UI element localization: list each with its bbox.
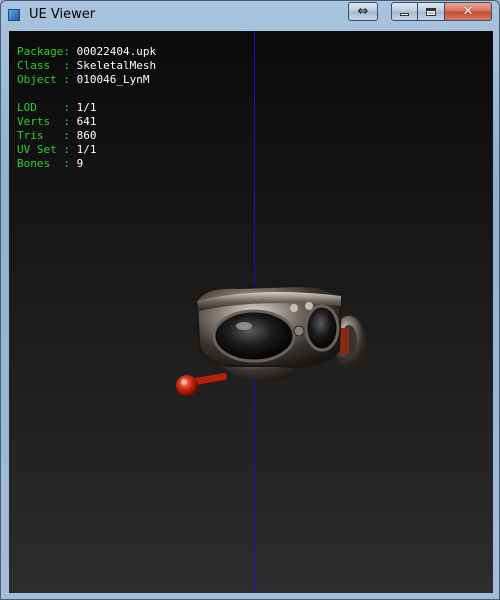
double-arrow-icon: ⇔ xyxy=(357,4,369,19)
info-label: LOD : xyxy=(17,101,70,114)
3d-viewport[interactable]: Package: 00022404.upk Class : SkeletalMe… xyxy=(9,31,493,593)
info-row-bones: Bones : 9 xyxy=(17,157,156,171)
maximize-button[interactable] xyxy=(418,2,445,21)
window-title: UE Viewer xyxy=(29,7,96,22)
info-label: Verts : xyxy=(17,115,70,128)
info-row-class: Class : SkeletalMesh xyxy=(17,59,156,73)
info-row-package: Package: 00022404.upk xyxy=(17,45,156,59)
info-label: Tris : xyxy=(17,129,70,142)
maximize-icon xyxy=(426,7,436,16)
info-value: 00022404.upk xyxy=(76,45,157,58)
info-value: 860 xyxy=(76,129,97,142)
info-label: Package: xyxy=(17,45,70,58)
mesh-lens-left xyxy=(212,309,296,363)
app-window: UE Viewer ⇔ ✕ Package: 00022404.upk Clas… xyxy=(0,0,500,600)
info-label: UV Set : xyxy=(17,143,70,156)
mesh-lever-knob xyxy=(176,375,198,396)
info-value: 9 xyxy=(76,157,84,170)
info-label: Class : xyxy=(17,59,70,72)
info-label: Object : xyxy=(17,73,70,86)
info-value: 010046_LynM xyxy=(76,73,150,86)
skeletal-mesh-render xyxy=(176,284,366,396)
app-icon xyxy=(8,9,20,21)
resize-button[interactable]: ⇔ xyxy=(348,2,378,21)
info-label: Bones : xyxy=(17,157,70,170)
info-row-verts: Verts : 641 xyxy=(17,115,156,129)
close-icon: ✕ xyxy=(462,4,474,19)
close-button[interactable]: ✕ xyxy=(445,2,492,21)
minimize-button[interactable] xyxy=(391,2,418,21)
info-value: 641 xyxy=(76,115,97,128)
info-row-lod: LOD : 1/1 xyxy=(17,101,156,115)
minimize-icon xyxy=(400,13,409,16)
info-value: 1/1 xyxy=(76,101,97,114)
info-row-tris: Tris : 860 xyxy=(17,129,156,143)
mesh-info-panel: Package: 00022404.upk Class : SkeletalMe… xyxy=(17,45,156,171)
info-row-object: Object : 010046_LynM xyxy=(17,73,156,87)
info-value: 1/1 xyxy=(76,143,97,156)
title-bar[interactable]: UE Viewer ⇔ ✕ xyxy=(1,1,499,29)
mesh-lens-right xyxy=(304,304,340,352)
info-row-uvset: UV Set : 1/1 xyxy=(17,143,156,157)
info-value: SkeletalMesh xyxy=(76,59,157,72)
